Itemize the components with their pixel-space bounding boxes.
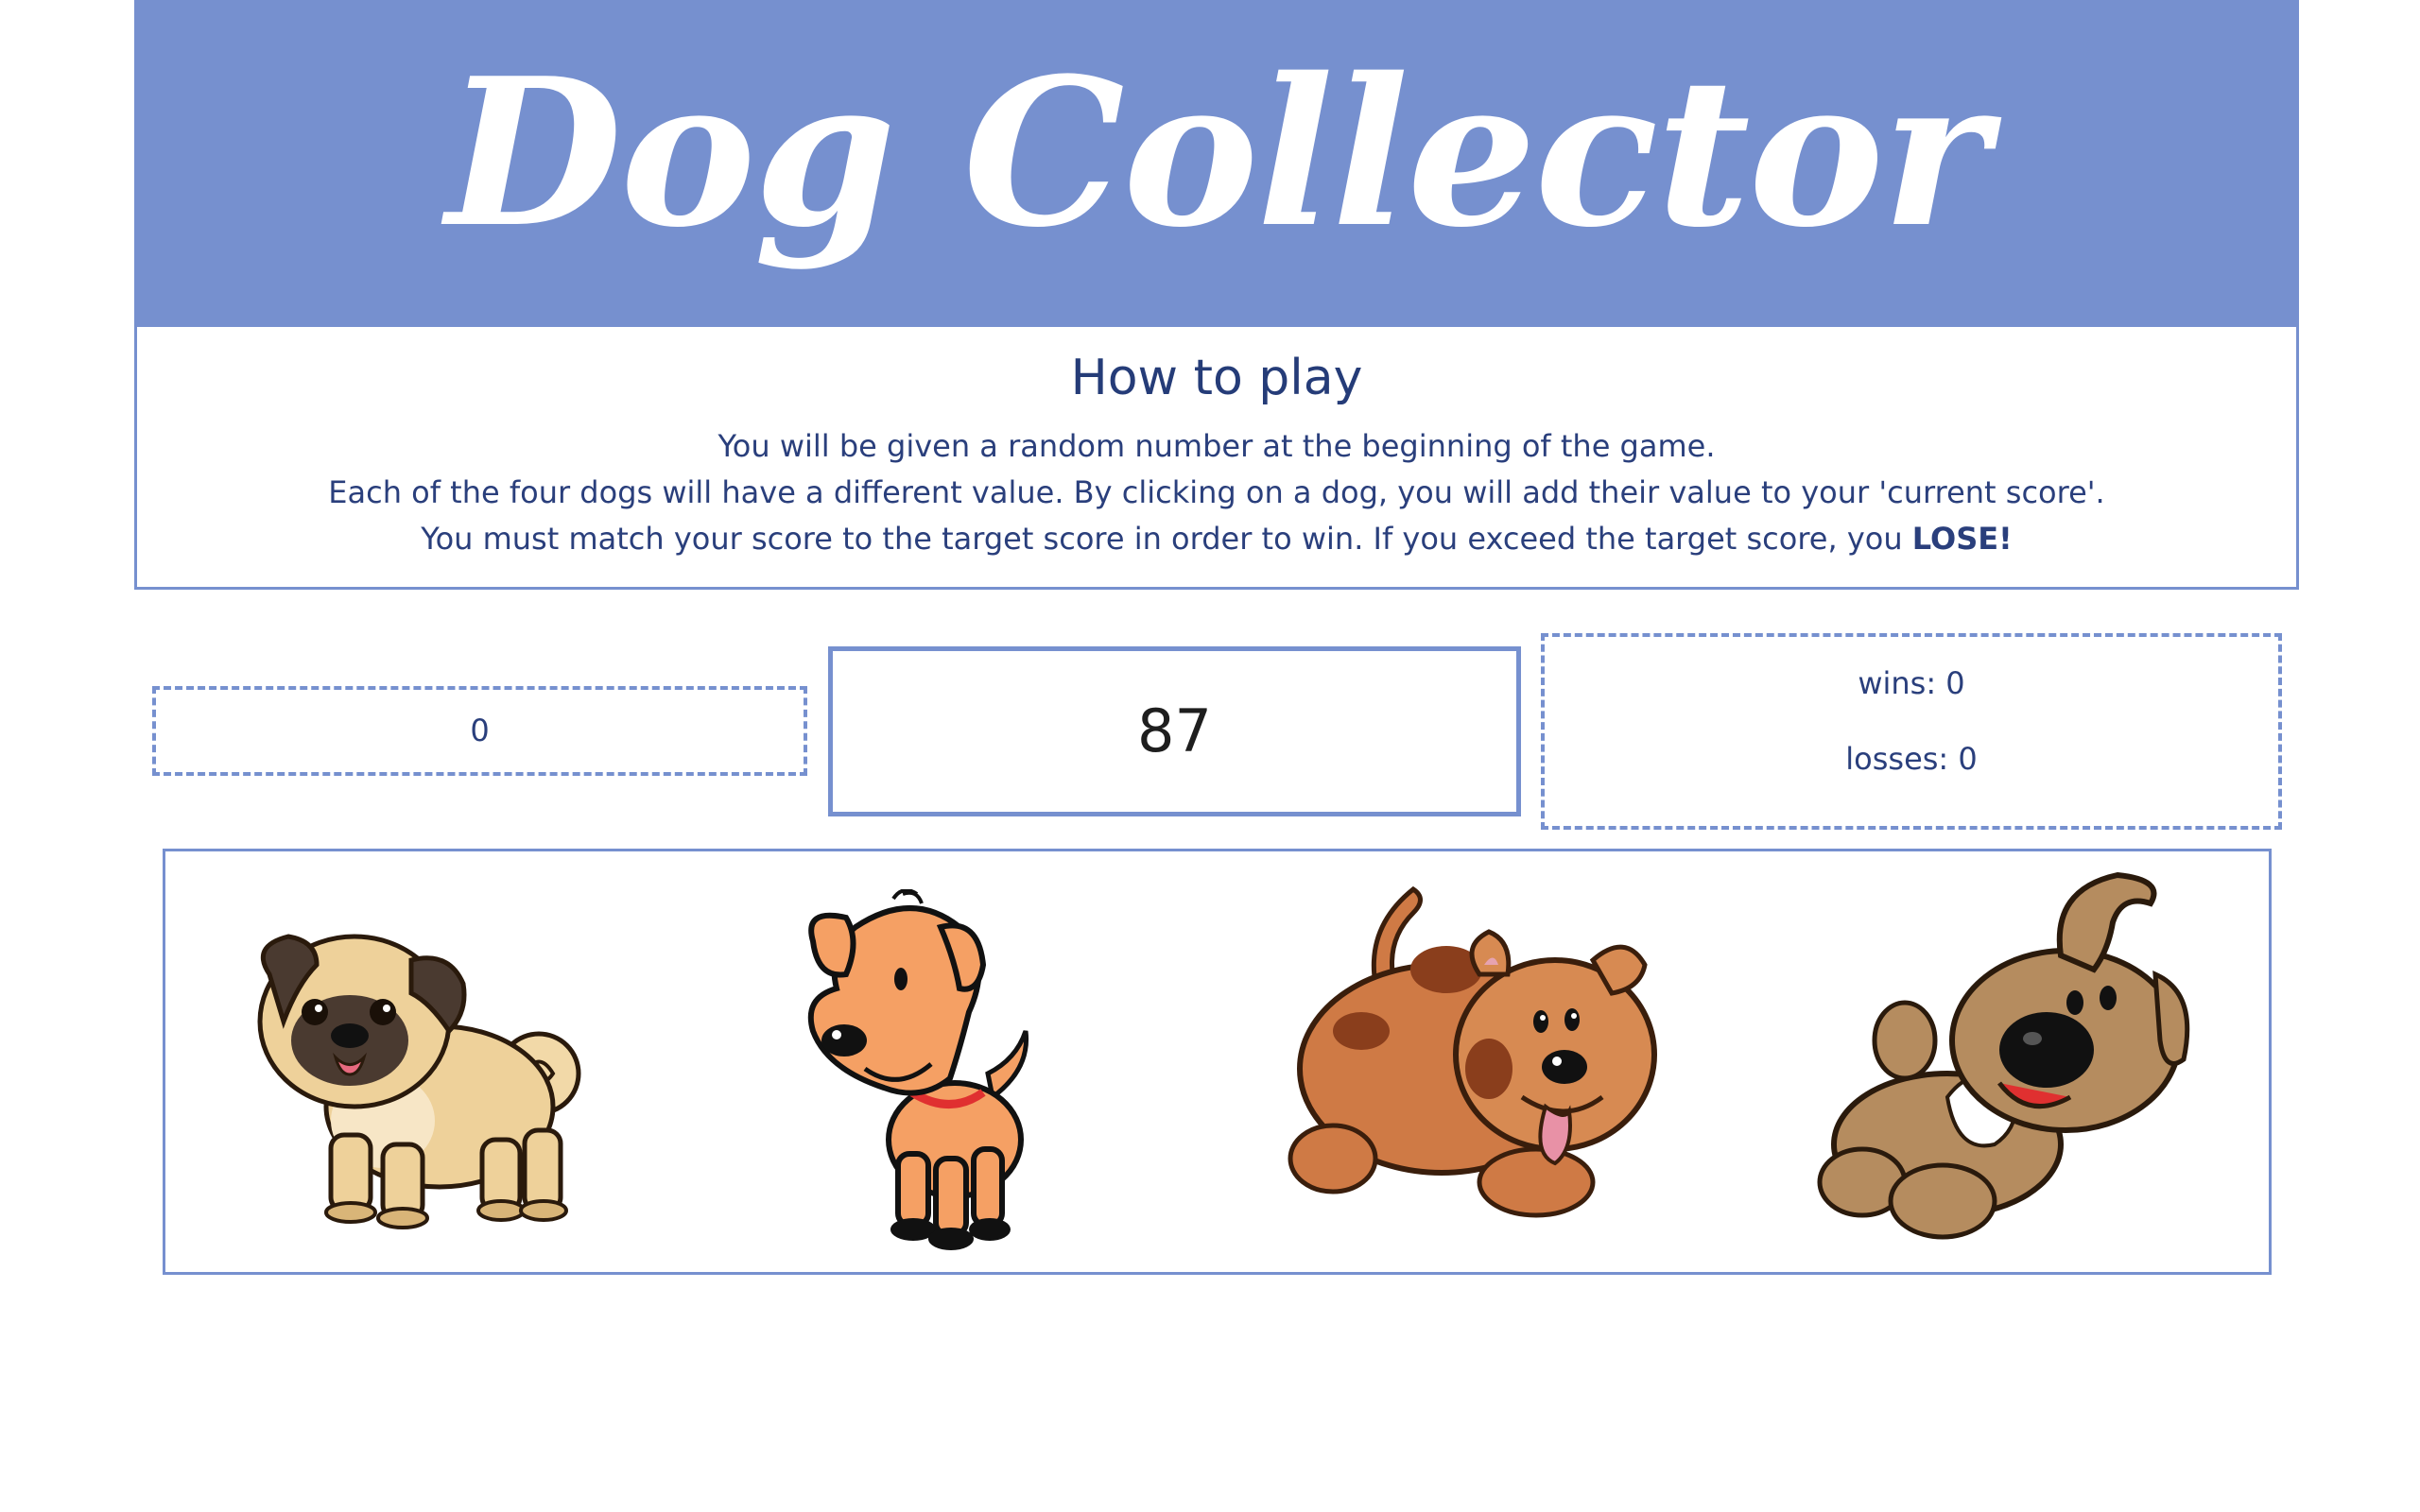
win-loss-box: wins: 0 losses: 0 [1541, 633, 2282, 830]
dog-button-2[interactable] [789, 889, 1073, 1258]
page-title: Dog Collector [445, 32, 1990, 272]
dog-button-4[interactable] [1806, 870, 2203, 1248]
orange-puppy-icon [807, 889, 1029, 1250]
current-score-value: 0 [470, 713, 490, 748]
current-score-box: 0 [152, 686, 807, 776]
lose-emphasis: LOSE! [1911, 521, 2013, 557]
instructions-line-1: You will be given a random number at the… [717, 428, 1716, 464]
losses-count: losses: 0 [1845, 741, 1978, 777]
dog-selection-panel [163, 849, 2272, 1275]
spotted-brown-dog-icon [1288, 885, 1657, 1218]
instructions-line-2: Each of the four dogs will have a differ… [328, 474, 2105, 510]
scruffy-brown-dog-icon [1817, 871, 2190, 1240]
instructions-line-3-text: You must match your score to the target … [421, 521, 1912, 557]
pug-dog-icon [257, 934, 581, 1229]
instructions-heading: How to play [1070, 350, 1363, 406]
target-score-box: 87 [828, 646, 1521, 816]
instructions-panel: How to play You will be given a random n… [134, 325, 2299, 590]
target-score-value: 87 [1137, 696, 1212, 765]
dog-button-1[interactable] [241, 918, 619, 1229]
dog-button-3[interactable] [1281, 870, 1678, 1229]
title-banner: Dog Collector [134, 0, 2299, 327]
wins-count: wins: 0 [1858, 665, 1965, 701]
instructions-line-3: You must match your score to the target … [137, 516, 2296, 562]
